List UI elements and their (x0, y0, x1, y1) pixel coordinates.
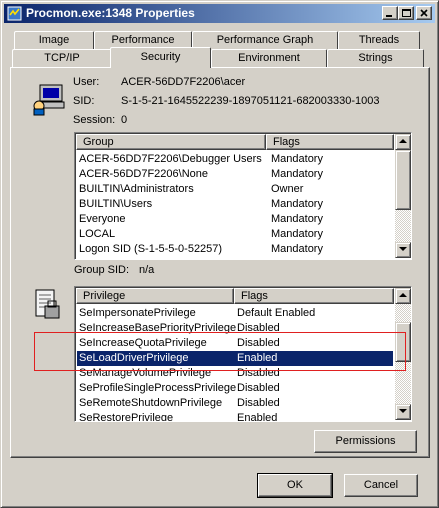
list-row[interactable]: ACER-56DD7F2206\Debugger Users Mandatory (77, 152, 393, 167)
user-label: User: (73, 76, 100, 88)
scroll-down-button[interactable] (395, 404, 411, 420)
arrow-down-icon (399, 247, 407, 251)
list-row[interactable]: BUILTIN\Users Mandatory (77, 197, 393, 212)
ok-button[interactable]: OK (257, 473, 333, 498)
tab-security[interactable]: Security (110, 47, 211, 68)
list-row[interactable]: LOCAL Mandatory (77, 227, 393, 242)
privilege-flags-column-header[interactable]: Flags (234, 288, 394, 304)
session-value: 0 (121, 114, 128, 126)
row-name: SeImpersonatePrivilege (79, 307, 196, 319)
row-flags: Mandatory (271, 213, 323, 225)
group-column-header[interactable]: Group (76, 134, 266, 150)
row-flags: Mandatory (271, 168, 323, 180)
tab-tcpip[interactable]: TCP/IP (12, 49, 112, 67)
row-flags: Mandatory (271, 153, 323, 165)
row-flags: Mandatory (271, 198, 323, 210)
user-value: ACER-56DD7F2206\acer (121, 76, 246, 88)
security-panel: User: ACER-56DD7F2206\acer SID: S-1-5-21… (10, 67, 430, 458)
arrow-up-icon (399, 139, 407, 143)
list-row[interactable]: BUILTIN\Administrators Owner (77, 182, 393, 197)
row-name: Logon SID (S-1-5-5-0-52257) (79, 243, 223, 255)
procmon-app-icon (7, 6, 22, 21)
annotation-highlight-box (34, 332, 406, 371)
row-flags: Disabled (237, 397, 280, 409)
row-flags: Mandatory (271, 243, 323, 255)
tab-environment[interactable]: Environment (211, 49, 327, 67)
row-name: SeProfileSingleProcessPrivilege (79, 382, 237, 394)
tab-threads[interactable]: Threads (338, 31, 420, 49)
scroll-down-button[interactable] (395, 242, 411, 258)
list-row[interactable]: Everyone Mandatory (77, 212, 393, 227)
list-row[interactable]: SeRemoteShutdownPrivilege Disabled (77, 396, 393, 411)
scroll-up-button[interactable] (395, 288, 411, 304)
minimize-icon (386, 15, 392, 17)
list-row[interactable]: Logon SID (S-1-5-5-0-52257) Mandatory (77, 242, 393, 257)
row-name: BUILTIN\Users (79, 198, 153, 210)
list-row[interactable]: SeRestorePrivilege Enabled (77, 411, 393, 422)
sid-value: S-1-5-21-1645522239-1897051121-682003330… (121, 95, 380, 107)
tab-image[interactable]: Image (14, 31, 94, 49)
privilege-column-header[interactable]: Privilege (76, 288, 234, 304)
list-row[interactable]: ACER-56DD7F2206\None Mandatory (77, 167, 393, 182)
properties-window: Procmon.exe:1348 Properties Image Perfor… (0, 0, 439, 508)
window-title: Procmon.exe:1348 Properties (26, 6, 195, 20)
minimize-button[interactable] (382, 6, 398, 20)
sid-label: SID: (73, 95, 95, 107)
row-flags: Owner (271, 183, 304, 195)
row-flags: Default Enabled (237, 307, 316, 319)
arrow-up-icon (399, 293, 407, 297)
row-name: Everyone (79, 213, 126, 225)
cancel-label: Cancel (363, 479, 399, 491)
close-button[interactable] (416, 6, 432, 20)
permissions-label: Permissions (335, 435, 396, 447)
list-row[interactable]: SeProfileSingleProcessPrivilege Disabled (77, 381, 393, 396)
tab-control: Image Performance Performance Graph Thre… (10, 29, 430, 459)
user-computer-icon (33, 84, 65, 116)
group-sid-label: Group SID: (74, 264, 130, 276)
ok-label: OK (287, 479, 303, 491)
close-icon (420, 9, 428, 17)
maximize-icon (402, 9, 411, 17)
scroll-thumb[interactable] (395, 150, 411, 210)
row-name: ACER-56DD7F2206\Debugger Users (79, 153, 262, 165)
flags-column-header[interactable]: Flags (266, 134, 394, 150)
row-name: BUILTIN\Administrators (79, 183, 194, 195)
row-flags: Mandatory (271, 228, 323, 240)
scroll-up-button[interactable] (395, 134, 411, 150)
row-name: SeRestorePrivilege (79, 412, 174, 422)
title-bar[interactable]: Procmon.exe:1348 Properties (4, 4, 435, 23)
arrow-down-icon (399, 409, 407, 413)
tab-strings[interactable]: Strings (327, 49, 424, 67)
tab-performance-graph[interactable]: Performance Graph (192, 31, 338, 49)
cancel-button[interactable]: Cancel (344, 474, 418, 497)
row-name: SeRemoteShutdownPrivilege (79, 397, 223, 409)
row-name: ACER-56DD7F2206\None (79, 168, 209, 180)
groups-list[interactable]: Group Flags ACER-56DD7F2206\Debugger Use… (74, 132, 412, 260)
privilege-scroll-icon (35, 289, 60, 319)
session-label: Session: (73, 114, 116, 126)
maximize-button[interactable] (398, 6, 414, 20)
permissions-button[interactable]: Permissions (314, 430, 417, 453)
group-sid-value: n/a (139, 264, 155, 276)
row-name: LOCAL (79, 228, 116, 240)
row-flags: Disabled (237, 382, 280, 394)
list-row[interactable]: SeImpersonatePrivilege Default Enabled (77, 306, 393, 321)
row-flags: Enabled (237, 412, 278, 422)
groups-scrollbar[interactable] (395, 134, 411, 258)
